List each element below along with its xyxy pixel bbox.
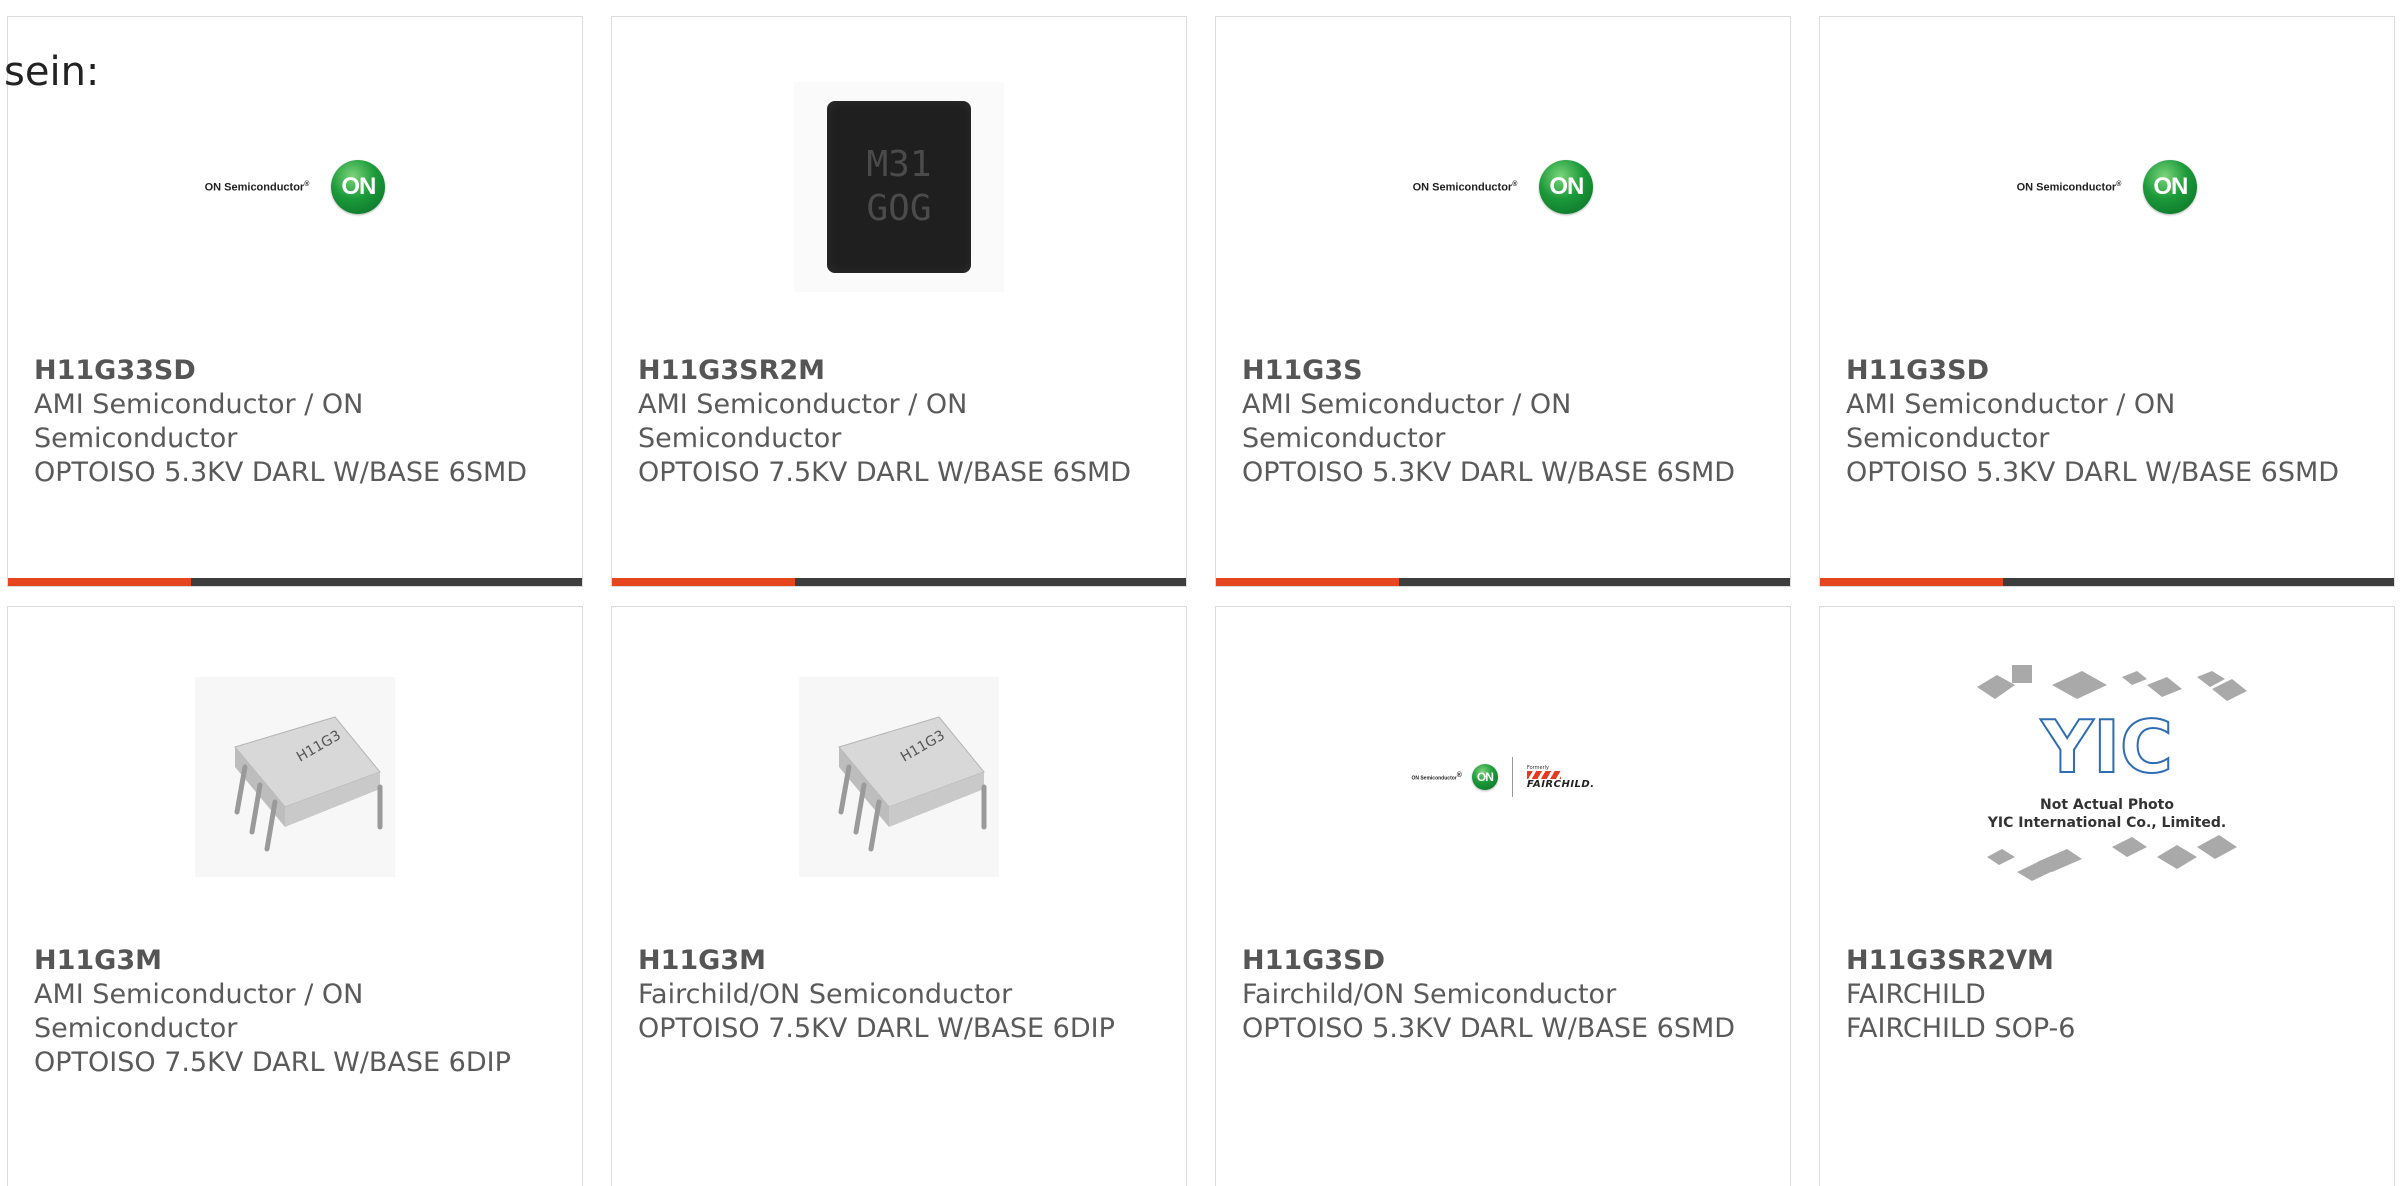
product-card[interactable]: ON Semiconductor® ON H11G3S AMI Semicond… (1215, 16, 1791, 587)
manufacturer: AMI Semiconductor / ON Semiconductor (1846, 389, 2176, 454)
product-image[interactable]: YIC Not Actual Photo YIC International C… (1820, 665, 2394, 887)
product-image[interactable]: H11G3 (612, 667, 1186, 887)
product-image[interactable]: ON Semiconductor® ON Formerly FAIRCHILD. (1216, 667, 1790, 887)
product-card[interactable]: H11G3 H11G3M Fairchild/ON Semiconductor … (611, 606, 1187, 1186)
product-card[interactable]: H11G3 H11G3M AMI Semiconductor / ON Semi… (7, 606, 583, 1186)
part-number[interactable]: H11G3M (34, 944, 562, 978)
manufacturer: AMI Semiconductor / ON Semiconductor (638, 389, 968, 454)
description: OPTOISO 5.3KV DARL W/BASE 6SMD (1846, 457, 2340, 488)
product-card[interactable]: ON Semiconductor® ON Formerly FAIRCHILD.… (1215, 606, 1791, 1186)
product-image[interactable]: H11G3 (8, 667, 582, 887)
product-card[interactable]: ON Semiconductor® ON H11G3SD AMI Semicon… (1819, 16, 2395, 587)
card-bottom-bar (1820, 578, 2394, 586)
part-number[interactable]: H11G3SR2VM (1846, 944, 2374, 978)
on-semiconductor-logo: ON Semiconductor® ON (1413, 160, 1594, 214)
manufacturer: Fairchild/ON Semiconductor (1242, 979, 1617, 1010)
yic-placeholder-image: YIC Not Actual Photo YIC International C… (1957, 657, 2257, 897)
product-image[interactable]: ON Semiconductor® ON (1216, 77, 1790, 297)
dip-chip-photo: H11G3 (799, 677, 999, 877)
description: FAIRCHILD SOP-6 (1846, 1013, 2076, 1044)
description: OPTOISO 5.3KV DARL W/BASE 6SMD (1242, 1013, 1736, 1044)
description: OPTOISO 7.5KV DARL W/BASE 6DIP (638, 1013, 1115, 1044)
manufacturer: AMI Semiconductor / ON Semiconductor (1242, 389, 1572, 454)
intro-text: sein: (4, 49, 100, 95)
part-number[interactable]: H11G3SD (1242, 944, 1770, 978)
product-image[interactable]: M31 GOG (612, 77, 1186, 297)
part-number[interactable]: H11G3S (1242, 354, 1770, 388)
card-bottom-bar (612, 578, 1186, 586)
description: OPTOISO 7.5KV DARL W/BASE 6SMD (638, 457, 1132, 488)
part-number[interactable]: H11G3M (638, 944, 1166, 978)
product-card[interactable]: M31 GOG H11G3SR2M AMI Semiconductor / ON… (611, 16, 1187, 587)
on-semiconductor-logo: ON Semiconductor® ON (205, 160, 386, 214)
on-semiconductor-logo: ON Semiconductor® ON (2017, 160, 2198, 214)
part-number[interactable]: H11G3SD (1846, 354, 2374, 388)
chip-photo: M31 GOG (827, 101, 971, 273)
description: OPTOISO 5.3KV DARL W/BASE 6SMD (1242, 457, 1736, 488)
product-image[interactable]: ON Semiconductor® ON (1820, 77, 2394, 297)
part-number[interactable]: H11G3SR2M (638, 354, 1166, 388)
manufacturer: AMI Semiconductor / ON Semiconductor (34, 979, 364, 1044)
card-bottom-bar (1216, 578, 1790, 586)
description: OPTOISO 7.5KV DARL W/BASE 6DIP (34, 1047, 511, 1078)
manufacturer: FAIRCHILD (1846, 979, 1986, 1010)
product-card[interactable]: ON Semiconductor® ON H11G33SD AMI Semico… (7, 16, 583, 587)
manufacturer: Fairchild/ON Semiconductor (638, 979, 1013, 1010)
manufacturer: AMI Semiconductor / ON Semiconductor (34, 389, 364, 454)
description: OPTOISO 5.3KV DARL W/BASE 6SMD (34, 457, 528, 488)
part-number[interactable]: H11G33SD (34, 354, 562, 388)
product-image[interactable]: ON Semiconductor® ON (8, 77, 582, 297)
svg-text:YIC: YIC (2040, 705, 2173, 789)
product-card[interactable]: YIC Not Actual Photo YIC International C… (1819, 606, 2395, 1186)
on-fairchild-logo: ON Semiconductor® ON Formerly FAIRCHILD. (1411, 757, 1594, 797)
dip-chip-photo: H11G3 (195, 677, 395, 877)
card-bottom-bar (8, 578, 582, 586)
